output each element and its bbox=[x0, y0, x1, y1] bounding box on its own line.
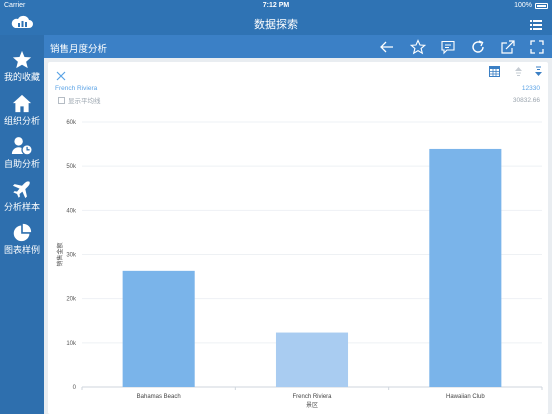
y-axis-label: 销售金额 bbox=[56, 242, 64, 266]
sort-descending-icon[interactable] bbox=[533, 66, 544, 77]
chart-card: French Riviera 12330 显示平均线 30832.66 0 10k… bbox=[48, 62, 548, 414]
average-value: 30832.66 bbox=[512, 97, 540, 104]
y-tick-label: 40k bbox=[66, 208, 77, 214]
sidebar-item-label: 组织分析 bbox=[3, 116, 40, 126]
sidebar-item-org-analysis[interactable]: 组织分析 bbox=[0, 94, 44, 134]
bar[interactable] bbox=[122, 270, 195, 387]
show-average-checkbox[interactable]: 显示平均线 bbox=[58, 95, 101, 105]
back-arrow-icon[interactable] bbox=[379, 39, 395, 55]
favorite-star-icon[interactable] bbox=[409, 39, 427, 55]
sidebar-item-chart-examples[interactable]: 图表样例 bbox=[0, 223, 44, 263]
app-header: 数据探索 bbox=[0, 12, 552, 35]
bar[interactable] bbox=[429, 148, 502, 387]
sidebar-item-label: 自助分析 bbox=[3, 159, 40, 169]
x-axis-label: 景区 bbox=[306, 402, 318, 409]
sidebar-item-label: 图表样例 bbox=[3, 245, 40, 255]
bar[interactable] bbox=[275, 332, 349, 387]
main-content: 销售月度分析 French Riviera 12330 显示平均线 30832.… bbox=[44, 35, 552, 414]
analysis-title: 销售月度分析 bbox=[50, 44, 108, 55]
table-view-icon[interactable] bbox=[489, 66, 500, 77]
analysis-toolbar: 销售月度分析 bbox=[44, 35, 552, 58]
y-tick-label: 60k bbox=[66, 120, 77, 126]
star-icon bbox=[0, 50, 44, 69]
battery-percent: 100% bbox=[514, 2, 532, 9]
app-title: 数据探索 bbox=[254, 19, 298, 31]
x-tick-label: French Riviera bbox=[292, 394, 332, 400]
airplane-icon bbox=[0, 180, 44, 199]
share-export-icon[interactable] bbox=[500, 39, 516, 55]
y-tick-label: 30k bbox=[66, 253, 77, 259]
battery-icon bbox=[535, 3, 548, 9]
sidebar-item-label: 我的收藏 bbox=[3, 72, 40, 82]
sidebar-item-label: 分析样本 bbox=[3, 202, 40, 212]
refresh-icon[interactable] bbox=[470, 39, 486, 55]
bar-chart: 0 10k 20k 30k 40k 50k 60k 销售金额 Bahamas Beach Fren… bbox=[56, 120, 543, 409]
y-tick-label: 20k bbox=[66, 297, 77, 303]
show-average-label: 显示平均线 bbox=[68, 98, 101, 105]
x-tick-label: Bahamas Beach bbox=[137, 394, 181, 400]
comment-icon[interactable] bbox=[440, 39, 456, 55]
y-tick-label: 10k bbox=[66, 341, 77, 347]
selected-category-label: French Riviera bbox=[55, 85, 98, 92]
list-menu-icon[interactable] bbox=[530, 17, 542, 35]
checkbox-box[interactable] bbox=[58, 96, 65, 104]
sidebar: 我的收藏 组织分析 自助分析 分析样本 图表样例 bbox=[0, 35, 44, 414]
sidebar-item-favorites[interactable]: 我的收藏 bbox=[0, 50, 44, 90]
home-icon bbox=[0, 94, 44, 113]
y-tick-label: 50k bbox=[66, 164, 77, 170]
sidebar-item-self-analysis[interactable]: 自助分析 bbox=[0, 136, 44, 176]
x-tick-label: Hawaiian Club bbox=[446, 394, 485, 400]
sort-ascending-icon[interactable] bbox=[513, 66, 524, 77]
status-bar: Carrier 7:12 PM 100% bbox=[0, 0, 552, 12]
fullscreen-icon[interactable] bbox=[529, 39, 545, 55]
selected-value: 12330 bbox=[521, 85, 540, 92]
clock: 7:12 PM bbox=[262, 2, 290, 9]
y-tick-label: 0 bbox=[73, 385, 77, 391]
sidebar-item-samples[interactable]: 分析样本 bbox=[0, 180, 44, 220]
close-icon[interactable] bbox=[56, 68, 66, 81]
user-clock-icon bbox=[0, 136, 44, 156]
pie-icon bbox=[0, 223, 44, 242]
